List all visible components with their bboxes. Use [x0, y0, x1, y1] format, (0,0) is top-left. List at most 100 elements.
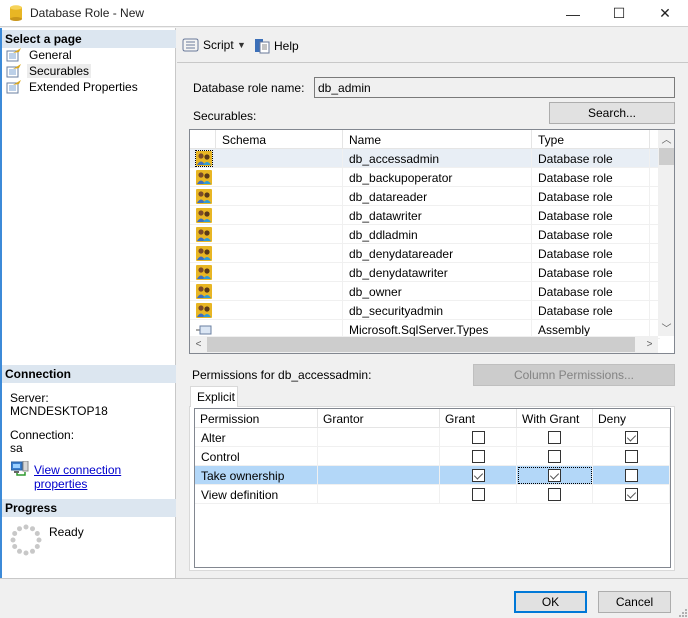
role-icon: [196, 227, 212, 242]
column-header-with-grant[interactable]: With Grant: [517, 409, 593, 428]
column-permissions-button[interactable]: Column Permissions...: [473, 364, 675, 386]
deny-checkbox[interactable]: [624, 450, 638, 463]
cancel-button[interactable]: Cancel: [598, 591, 671, 613]
securables-horizontal-scrollbar[interactable]: < >: [190, 336, 658, 353]
securable-row[interactable]: db_owner Database role: [190, 282, 660, 301]
deny-cell: [593, 428, 670, 447]
ok-button[interactable]: OK: [514, 591, 587, 613]
securable-row[interactable]: db_backupoperator Database role: [190, 168, 660, 187]
script-label: Script: [203, 38, 234, 52]
script-button[interactable]: Script: [182, 37, 234, 53]
securable-row[interactable]: db_ddladmin Database role: [190, 225, 660, 244]
permission-name: Control: [195, 447, 318, 466]
column-header-icon[interactable]: [190, 130, 216, 149]
column-header-name[interactable]: Name: [343, 130, 532, 149]
scroll-left-icon[interactable]: <: [190, 336, 207, 353]
role-icon: [196, 284, 212, 299]
securables-vertical-scrollbar[interactable]: ︿ ﹀: [658, 130, 674, 336]
with-grant-cell: [517, 466, 593, 485]
grant-checkbox[interactable]: [471, 488, 485, 501]
maximize-icon: ☐: [612, 5, 626, 21]
securable-name: db_owner: [343, 282, 532, 301]
grant-cell: [440, 428, 517, 447]
column-header-permission[interactable]: Permission: [195, 409, 318, 428]
minimize-button[interactable]: —: [550, 0, 596, 27]
permission-row[interactable]: Alter: [195, 428, 670, 447]
deny-checkbox[interactable]: [624, 488, 638, 501]
securable-schema: [216, 225, 343, 244]
deny-checkbox[interactable]: [624, 431, 638, 444]
securable-row[interactable]: db_accessadmin Database role: [190, 149, 660, 168]
with-grant-checkbox[interactable]: [548, 488, 561, 501]
grant-checkbox[interactable]: [471, 431, 485, 444]
securable-row[interactable]: db_denydatawriter Database role: [190, 263, 660, 282]
role-icon: [196, 170, 212, 185]
securable-name: db_securityadmin: [343, 301, 532, 320]
script-dropdown-button[interactable]: ▼: [237, 40, 246, 50]
securable-row[interactable]: db_datawriter Database role: [190, 206, 660, 225]
dropdown-arrow-icon: ▼: [237, 40, 246, 50]
permissions-for-label: Permissions for db_accessadmin:: [192, 368, 372, 382]
permission-name: View definition: [195, 485, 318, 504]
securable-row[interactable]: db_datareader Database role: [190, 187, 660, 206]
maximize-button[interactable]: ☐: [596, 0, 642, 27]
permission-row[interactable]: View definition: [195, 485, 670, 504]
securable-type: Database role: [532, 168, 650, 187]
securable-schema: [216, 206, 343, 225]
securable-row[interactable]: db_securityadmin Database role: [190, 301, 660, 320]
securable-type: Database role: [532, 206, 650, 225]
scroll-up-icon[interactable]: ︿: [658, 130, 674, 147]
grant-checkbox[interactable]: [471, 469, 485, 482]
grant-checkbox[interactable]: [471, 450, 485, 463]
select-page-header: Select a page: [2, 30, 176, 48]
with-grant-checkbox[interactable]: [548, 450, 561, 463]
securable-row[interactable]: db_denydatareader Database role: [190, 244, 660, 263]
deny-checkbox[interactable]: [624, 469, 638, 482]
view-connection-properties-link[interactable]: View connection properties: [34, 463, 175, 491]
script-icon: [182, 38, 199, 52]
securable-name: db_ddladmin: [343, 225, 532, 244]
vertical-scroll-thumb[interactable]: [659, 148, 674, 165]
page-item-securables[interactable]: Securables: [6, 63, 92, 79]
toolbar: Script ▼ Help: [177, 28, 688, 63]
resize-grip-icon[interactable]: [678, 608, 688, 618]
help-button[interactable]: Help: [254, 37, 299, 54]
column-header-grantor[interactable]: Grantor: [318, 409, 440, 428]
page-item-extended-properties[interactable]: Extended Properties: [6, 79, 140, 95]
role-icon: [196, 208, 212, 223]
role-icon: [196, 189, 212, 204]
securable-name: db_denydatareader: [343, 244, 532, 263]
permission-grantor: [318, 428, 440, 447]
column-header-deny[interactable]: Deny: [593, 409, 670, 428]
with-grant-checkbox[interactable]: [548, 469, 561, 482]
column-header-schema[interactable]: Schema: [216, 130, 343, 149]
scroll-right-icon[interactable]: >: [641, 336, 658, 353]
with-grant-checkbox[interactable]: [548, 431, 561, 444]
permission-row[interactable]: Control: [195, 447, 670, 466]
page-item-general[interactable]: General: [6, 47, 74, 63]
securable-schema: [216, 301, 343, 320]
assembly-icon: [196, 322, 212, 337]
tab-explicit[interactable]: Explicit: [190, 386, 238, 407]
securable-schema: [216, 263, 343, 282]
scroll-down-icon[interactable]: ﹀: [658, 319, 674, 336]
server-value: MCNDESKTOP18: [10, 404, 108, 418]
help-label: Help: [274, 38, 299, 53]
permission-grantor: [318, 447, 440, 466]
permission-name: Alter: [195, 428, 318, 447]
horizontal-scroll-thumb[interactable]: [207, 337, 635, 352]
search-button[interactable]: Search...: [549, 102, 675, 124]
with-grant-cell: [517, 485, 593, 504]
column-header-grant[interactable]: Grant: [440, 409, 517, 428]
with-grant-cell: [517, 428, 593, 447]
securable-name: db_datareader: [343, 187, 532, 206]
column-header-type[interactable]: Type: [532, 130, 650, 149]
role-name-input[interactable]: [314, 77, 675, 98]
with-grant-cell: [517, 447, 593, 466]
permissions-grid: Permission Grantor Grant With Grant Deny…: [194, 408, 671, 568]
securable-name: db_accessadmin: [343, 149, 532, 168]
grant-cell: [440, 466, 517, 485]
permission-row[interactable]: Take ownership: [195, 466, 670, 485]
securables-grid: Schema Name Type db_accessadmin Database …: [189, 129, 675, 354]
close-button[interactable]: ✕: [642, 0, 688, 27]
